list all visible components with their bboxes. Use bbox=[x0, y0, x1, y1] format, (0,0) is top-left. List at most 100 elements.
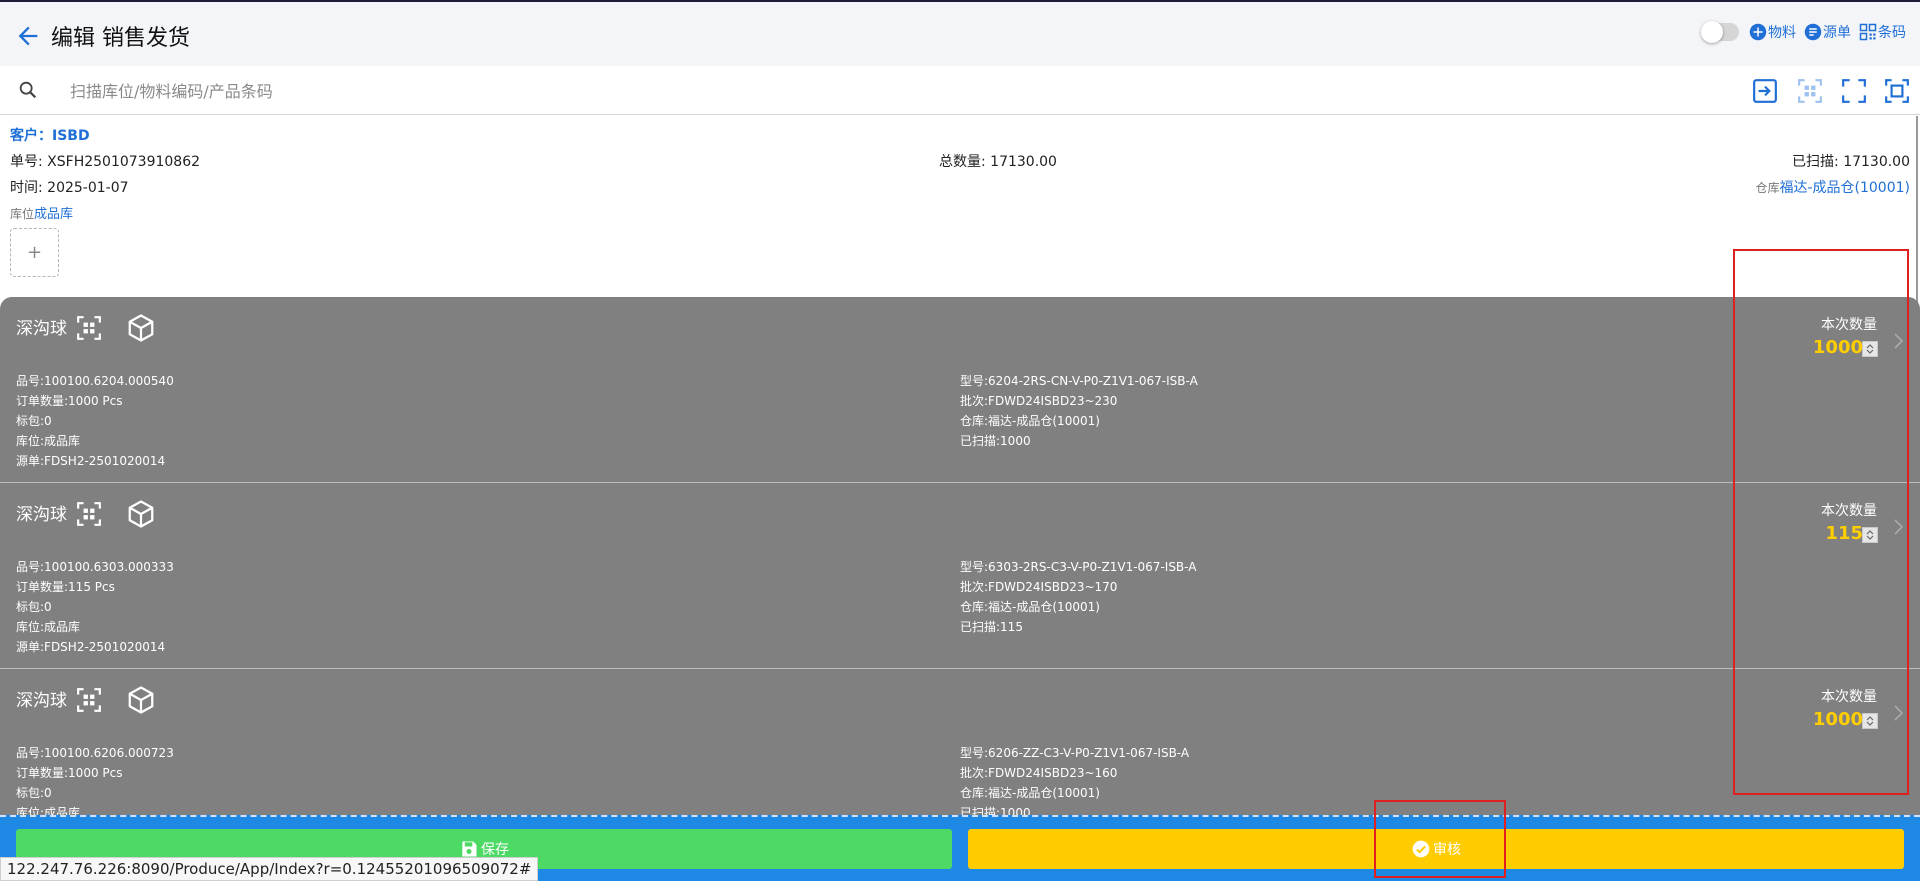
total-quantity: 总数量: 17130.00 bbox=[939, 154, 1057, 170]
qty-stepper[interactable] bbox=[1862, 341, 1878, 357]
item-details-right: 型号:6204-2RS-CN-V-P0-Z1V1-067-ISB-A 批次:FD… bbox=[960, 371, 1198, 451]
source-doc: 源单:FDSH2-2501020014 bbox=[16, 454, 166, 468]
item-location: 库位:成品库 bbox=[16, 806, 81, 815]
package-icon[interactable] bbox=[126, 499, 156, 529]
qty-stepper[interactable] bbox=[1862, 713, 1878, 729]
model: 型号:6303-2RS-C3-V-P0-Z1V1-067-ISB-A bbox=[960, 560, 1197, 574]
model: 型号:6204-2RS-CN-V-P0-Z1V1-067-ISB-A bbox=[960, 374, 1198, 388]
std-pack: 标包:0 bbox=[16, 786, 52, 800]
qty-value[interactable]: 1000 bbox=[1813, 709, 1863, 730]
package-icon[interactable] bbox=[126, 685, 156, 715]
qty-label: 本次数量 bbox=[1821, 503, 1877, 519]
stepper-arrows-icon bbox=[1866, 530, 1874, 540]
order-qty: 订单数量:115 Pcs bbox=[16, 580, 115, 594]
item-details-left: 品号:100100.6303.000333 订单数量:115 Pcs 标包:0 … bbox=[16, 557, 174, 657]
scanned-total: 已扫描: 17130.00 bbox=[1792, 154, 1910, 170]
app-header: 编辑 销售发货 物料 源单 条码 bbox=[0, 2, 1920, 66]
back-arrow-icon[interactable] bbox=[14, 22, 42, 50]
source-doc: 源单:FDSH2-2501020014 bbox=[16, 640, 166, 654]
item-list: 深沟球 品号:100100.6204.000540 订单数量:1000 Pcs … bbox=[0, 297, 1920, 815]
std-pack: 标包:0 bbox=[16, 600, 52, 614]
toggle-knob bbox=[1701, 21, 1723, 43]
scan-qr-icon[interactable] bbox=[1797, 78, 1823, 104]
item-warehouse: 仓库:福达-成品仓(10001) bbox=[960, 414, 1100, 428]
item-scanned: 已扫描:115 bbox=[960, 620, 1023, 634]
customer-value[interactable]: ISBD bbox=[52, 128, 90, 144]
item-details-right: 型号:6206-ZZ-C3-V-P0-Z1V1-067-ISB-A 批次:FDW… bbox=[960, 743, 1189, 815]
header-actions: 物料 源单 条码 bbox=[1701, 21, 1906, 43]
fullscreen-icon[interactable] bbox=[1841, 78, 1867, 104]
qr-code-icon[interactable] bbox=[76, 687, 102, 713]
warehouse-link[interactable]: 福达-成品仓(10001) bbox=[1779, 180, 1910, 196]
item-details-left: 品号:100100.6204.000540 订单数量:1000 Pcs 标包:0… bbox=[16, 371, 174, 471]
qr-code-icon[interactable] bbox=[76, 315, 102, 341]
add-material-button[interactable]: 物料 bbox=[1749, 22, 1796, 42]
item-name: 深沟球 bbox=[16, 505, 67, 525]
audit-button[interactable]: 审核 bbox=[968, 829, 1904, 869]
item-name: 深沟球 bbox=[16, 319, 67, 339]
search-input[interactable] bbox=[70, 76, 1670, 106]
chevron-right-icon[interactable] bbox=[1892, 331, 1906, 351]
chevron-right-icon[interactable] bbox=[1892, 703, 1906, 723]
item-location: 库位:成品库 bbox=[16, 434, 81, 448]
item-details-right: 型号:6303-2RS-C3-V-P0-Z1V1-067-ISB-A 批次:FD… bbox=[960, 557, 1196, 637]
barcode-icon bbox=[1859, 23, 1877, 41]
location-link[interactable]: 成品库 bbox=[34, 207, 73, 222]
plus-circle-icon bbox=[1749, 23, 1767, 41]
save-icon bbox=[462, 841, 477, 857]
barcode-label: 条码 bbox=[1878, 25, 1906, 41]
batch: 批次:FDWD24ISBD23~230 bbox=[960, 394, 1118, 408]
add-location-button[interactable]: + bbox=[10, 228, 59, 277]
std-pack: 标包:0 bbox=[16, 414, 52, 428]
item-location: 库位:成品库 bbox=[16, 620, 81, 634]
item-details-left: 品号:100100.6206.000723 订单数量:1000 Pcs 标包:0… bbox=[16, 743, 174, 815]
qty-value[interactable]: 115 bbox=[1825, 523, 1863, 544]
qty-label: 本次数量 bbox=[1821, 317, 1877, 333]
customer-info: 客户：ISBD bbox=[10, 125, 90, 145]
page-title: 编辑 销售发货 bbox=[51, 26, 190, 51]
check-badge-icon bbox=[1412, 840, 1430, 858]
model: 型号:6206-ZZ-C3-V-P0-Z1V1-067-ISB-A bbox=[960, 746, 1190, 760]
order-qty: 订单数量:1000 Pcs bbox=[16, 766, 123, 780]
item-warehouse: 仓库:福达-成品仓(10001) bbox=[960, 600, 1100, 614]
save-label: 保存 bbox=[481, 842, 509, 858]
item-name: 深沟球 bbox=[16, 691, 67, 711]
stepper-arrows-icon bbox=[1866, 344, 1874, 354]
warehouse-info: 仓库福达-成品仓(10001) bbox=[1755, 177, 1910, 197]
list-item[interactable]: 深沟球 品号:100100.6303.000333 订单数量:115 Pcs 标… bbox=[0, 483, 1920, 669]
qr-code-icon[interactable] bbox=[76, 501, 102, 527]
status-url: 122.247.76.226:8090/Produce/App/Index?r=… bbox=[0, 857, 539, 881]
package-icon[interactable] bbox=[126, 313, 156, 343]
item-scanned: 已扫描:1000 bbox=[960, 434, 1031, 448]
chevron-right-icon[interactable] bbox=[1892, 517, 1906, 537]
location-info: 库位成品库 bbox=[10, 203, 73, 222]
order-date: 时间: 2025-01-07 bbox=[10, 180, 129, 196]
location-label: 库位 bbox=[10, 207, 35, 221]
list-item[interactable]: 深沟球 品号:100100.6204.000540 订单数量:1000 Pcs … bbox=[0, 297, 1920, 483]
qty-label: 本次数量 bbox=[1821, 689, 1877, 705]
order-summary: 客户：ISBD 单号: XSFH2501073910862 时间: 2025-0… bbox=[0, 116, 1920, 296]
order-qty: 订单数量:1000 Pcs bbox=[16, 394, 123, 408]
search-icon bbox=[19, 81, 37, 99]
add-material-label: 物料 bbox=[1768, 25, 1796, 41]
stepper-arrows-icon bbox=[1866, 716, 1874, 726]
qty-stepper[interactable] bbox=[1862, 527, 1878, 543]
item-warehouse: 仓库:福达-成品仓(10001) bbox=[960, 786, 1100, 800]
item-code: 品号:100100.6206.000723 bbox=[16, 746, 174, 760]
enter-icon[interactable] bbox=[1752, 78, 1778, 104]
list-item[interactable]: 深沟球 品号:100100.6206.000723 订单数量:1000 Pcs … bbox=[0, 669, 1920, 815]
batch: 批次:FDWD24ISBD23~170 bbox=[960, 580, 1118, 594]
mode-toggle[interactable] bbox=[1701, 21, 1739, 43]
item-scanned: 已扫描:1000 bbox=[960, 806, 1031, 815]
scan-frame-icon[interactable] bbox=[1884, 78, 1910, 104]
item-code: 品号:100100.6303.000333 bbox=[16, 560, 174, 574]
source-doc-button[interactable]: 源单 bbox=[1804, 22, 1851, 42]
document-icon bbox=[1804, 23, 1822, 41]
barcode-button[interactable]: 条码 bbox=[1859, 22, 1906, 42]
search-bar bbox=[0, 66, 1920, 115]
batch: 批次:FDWD24ISBD23~160 bbox=[960, 766, 1118, 780]
customer-label: 客户： bbox=[10, 128, 52, 144]
audit-label: 审核 bbox=[1433, 842, 1461, 858]
qty-value[interactable]: 1000 bbox=[1813, 337, 1863, 358]
source-doc-label: 源单 bbox=[1823, 25, 1851, 41]
